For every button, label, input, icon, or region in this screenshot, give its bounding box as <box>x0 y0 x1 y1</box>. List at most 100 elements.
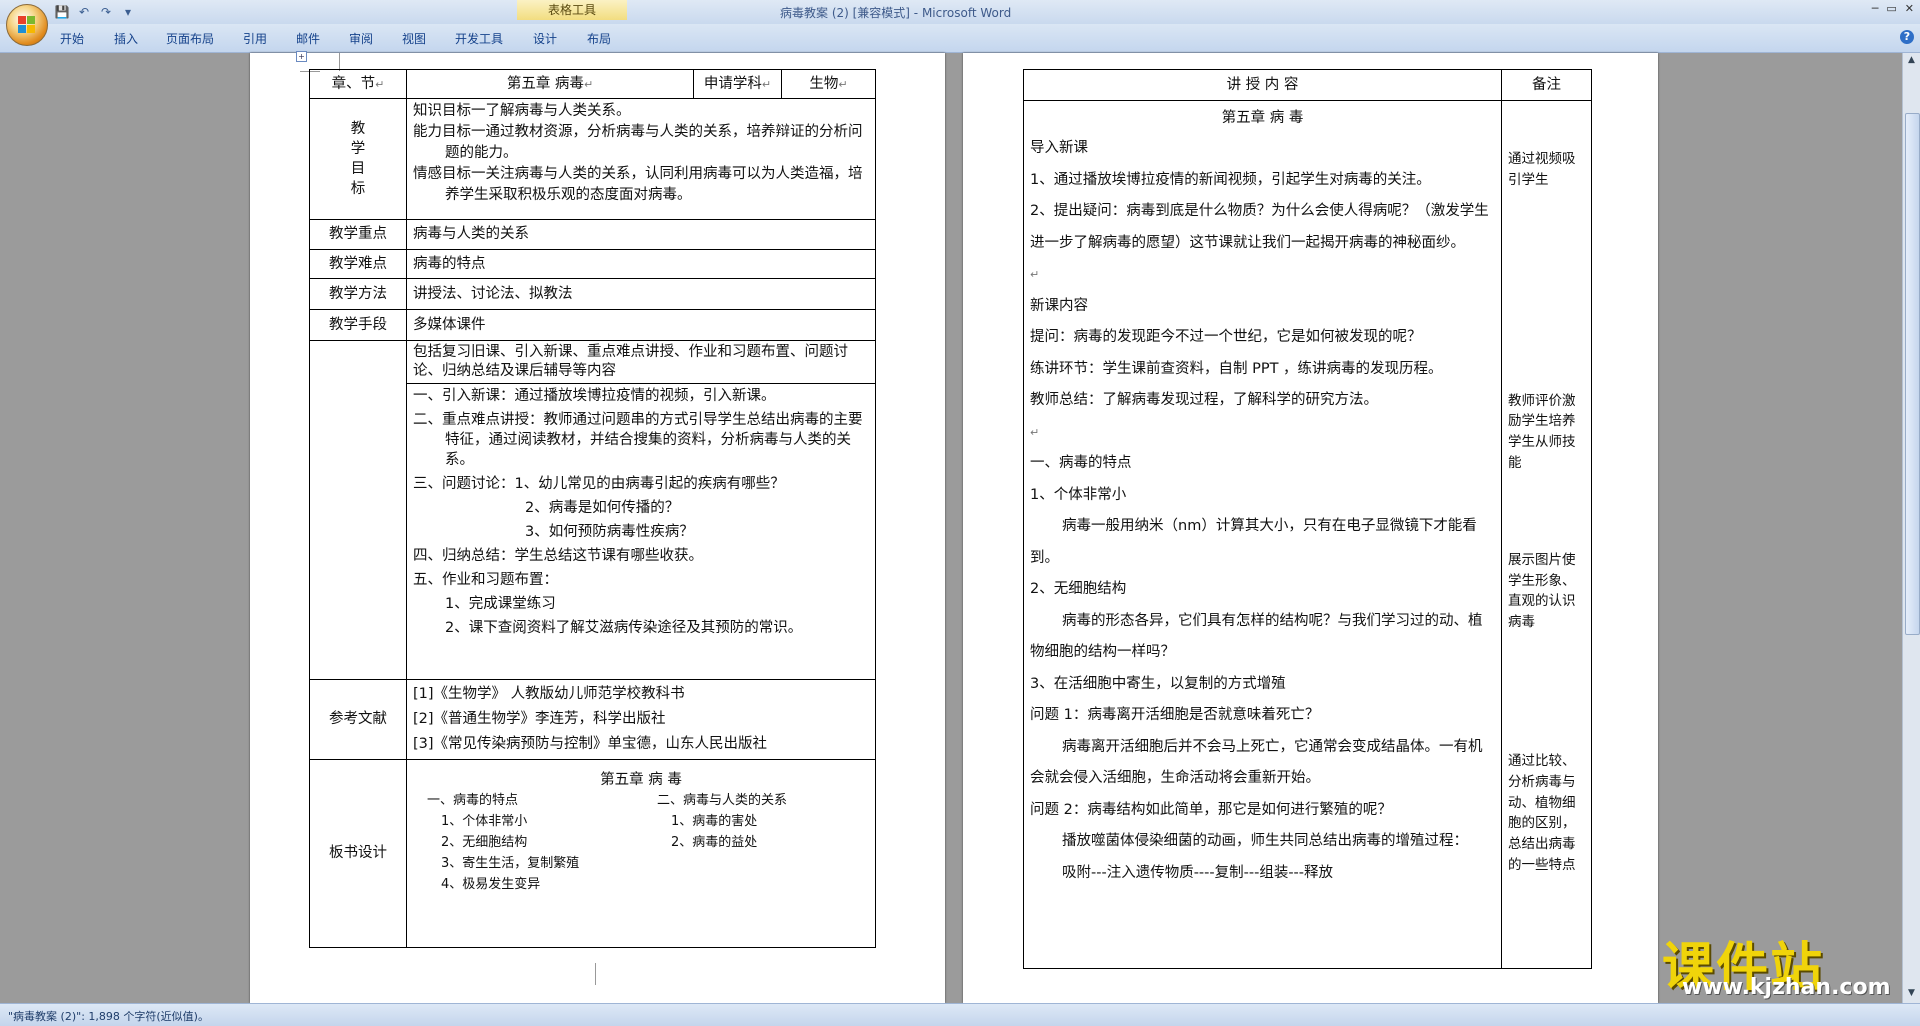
goal-knowledge: 知识目标一了解病毒与人类关系。 <box>413 103 631 119</box>
table-move-handle[interactable]: + <box>296 51 307 62</box>
feature-2: 2、无细胞结构 <box>1030 581 1127 597</box>
practice-segment: 练讲环节：学生课前查资料，自制 PPT ，练讲病毒的发现历程。 <box>1030 360 1443 377</box>
note-video: 通过视频吸引学生 <box>1508 151 1576 188</box>
question-2: 问题 2：病毒结构如此简单，那它是如何进行繁殖的呢？ <box>1030 801 1392 818</box>
note-evaluation: 教师评价激励学生培养学生从师技能 <box>1508 392 1576 471</box>
tab-page-layout[interactable]: 页面布局 <box>166 30 214 47</box>
scroll-thumb[interactable] <box>1905 113 1920 635</box>
process-step-3: 三、问题讨论：1、幼儿常见的由病毒引起的疾病有哪些？ <box>413 476 785 492</box>
ribbon-tab-bar: 开始 插入 页面布局 引用 邮件 审阅 视图 开发工具 设计 布局 <box>0 24 1920 53</box>
board-left-item: 1、个体非常小 <box>441 814 528 829</box>
ref-1: [1]《生物学》 人教版幼儿师范学校教科书 <box>413 686 685 702</box>
difficulty-label: 教学难点 <box>309 249 407 279</box>
process-step-3-b: 2、病毒是如何传播的？ <box>525 500 680 516</box>
ref-2: [2]《普通生物学》李连芳，科学出版社 <box>413 711 666 727</box>
board-right-item: 2、病毒的益处 <box>671 835 758 850</box>
quick-access-toolbar: 💾 ↶ ↷ ▾ <box>54 4 136 20</box>
process-step-2: 二、重点难点讲授：教师通过问题串的方式引导学生总结出病毒的主要特征，通过阅读教材… <box>413 412 863 468</box>
feature-1-text: 病毒一般用纳米（nm）计算其大小，只有在电子显微镜下才能看到。 <box>1030 518 1477 566</box>
board-left-item: 2、无细胞结构 <box>441 835 528 850</box>
tab-developer[interactable]: 开发工具 <box>455 30 503 47</box>
save-icon[interactable]: 💾 <box>54 4 70 20</box>
scroll-down-icon[interactable]: ▼ <box>1905 988 1918 1001</box>
notes-header: 备注 <box>1501 69 1592 101</box>
redo-icon[interactable]: ↷ <box>98 4 114 20</box>
process-step-4: 四、归纳总结：学生总结这节课有哪些收获。 <box>413 548 703 564</box>
means-label: 教学手段 <box>309 309 407 341</box>
note-images: 展示图片使学生形象、直观的认识病毒 <box>1508 551 1576 631</box>
tab-insert[interactable]: 插入 <box>114 30 138 47</box>
board-right-item: 1、病毒的害处 <box>671 814 758 829</box>
method-value: 讲授法、讨论法、拟教法 <box>406 278 876 310</box>
subject-label: 申请学科↵ <box>693 69 782 99</box>
key-point-label: 教学重点 <box>309 219 407 250</box>
tab-view[interactable]: 视图 <box>402 30 426 47</box>
animation-note: 播放噬菌体侵染细菌的动画，师生共同总结出病毒的增殖过程： <box>1062 833 1468 849</box>
tab-review[interactable]: 审阅 <box>349 30 373 47</box>
blank-line: ↵ <box>1030 268 1040 281</box>
replication-steps: 吸附---注入遗传物质----复制---组装---释放 <box>1062 864 1334 881</box>
tab-home[interactable]: 开始 <box>60 30 84 47</box>
tab-mailings[interactable]: 邮件 <box>296 30 320 47</box>
minimize-icon[interactable]: ─ <box>1872 2 1879 15</box>
process-step-3-c: 3、如何预防病毒性疾病？ <box>525 524 694 540</box>
means-value: 多媒体课件 <box>406 309 876 341</box>
question-1: 问题 1：病毒离开活细胞是否就意味着死亡？ <box>1030 707 1320 723</box>
office-logo-icon <box>18 16 36 34</box>
blank-line: ↵ <box>1030 425 1040 439</box>
refs-content: [1]《生物学》 人教版幼儿师范学校教科书 [2]《普通生物学》李连芳，科学出版… <box>406 679 876 760</box>
intro-item-1: 1、通过播放埃博拉疫情的新闻视频，引起学生对病毒的关注。 <box>1030 171 1431 188</box>
refs-label: 参考文献 <box>309 679 407 760</box>
board-left-item: 3、寄生生活，复制繁殖 <box>441 856 580 871</box>
intro-heading: 导入新课 <box>1030 140 1088 156</box>
note-compare: 通过比较、分析病毒与动、植物细胞的区别，总结出病毒的一些特点 <box>1508 752 1576 873</box>
board-right-head: 二、病毒与人类的关系 <box>657 793 788 808</box>
table-tools-header: 表格工具 <box>517 0 627 20</box>
close-icon[interactable]: ✕ <box>1905 2 1914 15</box>
chapter-label: 章、节↵ <box>309 69 407 99</box>
feature-3: 3、在活细胞中寄生，以复制的方式增殖 <box>1030 675 1286 692</box>
tab-design[interactable]: 设计 <box>533 30 557 47</box>
tab-references[interactable]: 引用 <box>243 30 267 47</box>
ref-3: [3]《常见传染病预防与控制》单宝德，山东人民出版社 <box>413 736 768 752</box>
difficulty-value: 病毒的特点 <box>406 249 876 279</box>
lesson-plan-table: 章、节↵ 第五章 病毒↵ 申请学科↵ 生物↵ 教 学 目 标 知识目标一了解病毒… <box>309 69 876 948</box>
subject-value: 生物↵ <box>781 69 876 99</box>
crop-mark <box>577 963 596 985</box>
board-right-column: 二、病毒与人类的关系 1、病毒的害处 2、病毒的益处 <box>657 790 787 853</box>
undo-icon[interactable]: ↶ <box>76 4 92 20</box>
help-icon[interactable]: ? <box>1900 30 1914 44</box>
board-left-head: 一、病毒的特点 <box>427 793 519 808</box>
title-bar: 💾 ↶ ↷ ▾ 表格工具 病毒教案 (2) [兼容模式] - Microsoft… <box>0 0 1920 24</box>
question-discovery: 提问：病毒的发现距今不过一个世纪，它是如何被发现的呢？ <box>1030 329 1422 345</box>
key-point-value: 病毒与人类的关系 <box>406 219 876 250</box>
scroll-up-icon[interactable]: ▲ <box>1905 55 1918 68</box>
process-step-5: 五、作业和习题布置： <box>413 572 558 588</box>
process-label-cell <box>309 340 407 680</box>
customize-icon[interactable]: ▾ <box>120 4 136 20</box>
board-left-item: 4、极易发生变异 <box>441 877 541 892</box>
process-step-5-2: 2、课下查阅资料了解艾滋病传染途径及其预防的常识。 <box>445 620 803 636</box>
teacher-summary: 教师总结：了解病毒发现过程，了解科学的研究方法。 <box>1030 392 1378 408</box>
section-1-heading: 一、病毒的特点 <box>1030 455 1132 471</box>
content-table: 讲 授 内 容 备注 第五章 病 毒 导入新课 1、通过播放埃博拉疫情的新闻视频… <box>1023 69 1592 969</box>
feature-1: 1、个体非常小 <box>1030 486 1127 503</box>
board-content: 第五章 病 毒 一、病毒的特点 1、个体非常小 2、无细胞结构 3、寄生生活，复… <box>406 759 876 948</box>
office-button[interactable] <box>6 4 48 46</box>
chapter-title: 第五章 病毒↵ <box>406 69 694 99</box>
page-left: + 章、节↵ 第五章 病毒↵ 申请学科↵ 生物↵ 教 学 目 标 知识目标一了解… <box>250 51 1129 1003</box>
word-count-status[interactable]: "病毒教案 (2)": 1,898 个字符(近似值)。 <box>8 1008 209 1024</box>
process-content: 一、引入新课：通过播放埃博拉疫情的视频，引入新课。 二、重点难点讲授：教师通过问… <box>406 383 876 680</box>
status-bar: "病毒教案 (2)": 1,898 个字符(近似值)。 <box>0 1003 1920 1026</box>
content-header: 讲 授 内 容 <box>1023 69 1502 101</box>
content-body: 第五章 病 毒 导入新课 1、通过播放埃博拉疫情的新闻视频，引起学生对病毒的关注… <box>1023 100 1502 969</box>
maximize-icon[interactable]: ▭ <box>1886 2 1896 15</box>
board-label: 板书设计 <box>309 759 407 948</box>
process-step-1: 一、引入新课：通过播放埃博拉疫情的视频，引入新课。 <box>413 388 776 404</box>
vertical-scrollbar[interactable]: ▲ ▼ <box>1902 53 1920 1003</box>
board-title: 第五章 病 毒 <box>600 772 682 788</box>
goals-label: 教 学 目 标 <box>309 98 407 220</box>
watermark-url: www.kjzhan.com <box>1682 975 1891 1000</box>
feature-2-text: 病毒的形态各异，它们具有怎样的结构呢？与我们学习过的动、植物细胞的结构一样吗？ <box>1030 612 1483 661</box>
tab-layout[interactable]: 布局 <box>587 30 611 47</box>
